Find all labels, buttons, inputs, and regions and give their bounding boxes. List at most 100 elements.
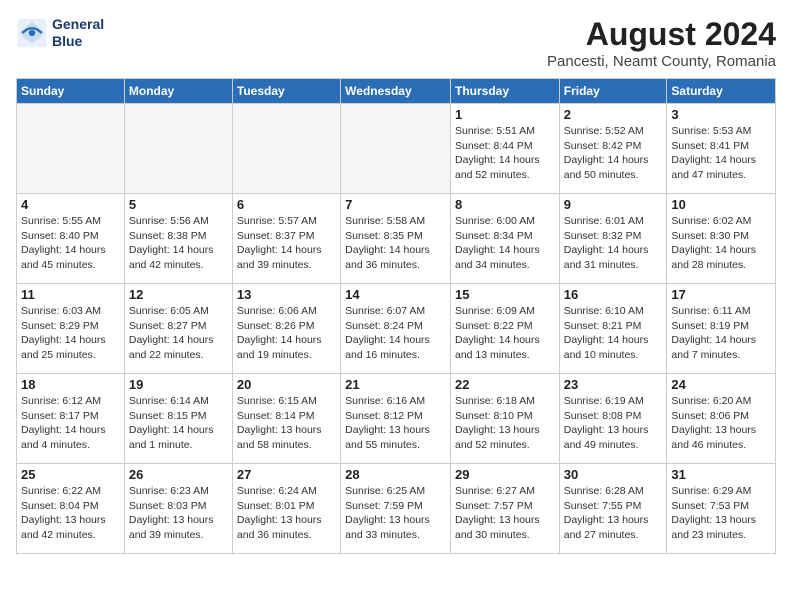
day-number: 7 — [345, 197, 446, 212]
day-number: 10 — [671, 197, 771, 212]
calendar-cell: 3Sunrise: 5:53 AM Sunset: 8:41 PM Daylig… — [667, 104, 776, 194]
day-info: Sunrise: 6:06 AM Sunset: 8:26 PM Dayligh… — [237, 304, 336, 363]
day-info: Sunrise: 6:20 AM Sunset: 8:06 PM Dayligh… — [671, 394, 771, 453]
calendar-cell: 14 Sunrise: 6:07 AM Sunset: 8:24 PM Dayli… — [341, 284, 451, 374]
calendar-cell — [232, 104, 340, 194]
day-number: 30 — [564, 467, 663, 482]
calendar-cell: 26 Sunrise: 6:23 AM Sunset: 8:03 PM Dayli… — [124, 464, 232, 554]
main-title: August 2024 — [547, 16, 776, 53]
day-number: 2 — [564, 107, 663, 122]
day-number: 8 — [455, 197, 555, 212]
day-info: Sunrise: 6:11 AM Sunset: 8:19 PM Dayligh… — [671, 304, 771, 363]
weekday-header-saturday: Saturday — [667, 79, 776, 104]
day-info: Sunrise: 5:58 AM Sunset: 8:35 PM Dayligh… — [345, 214, 446, 273]
weekday-header-wednesday: Wednesday — [341, 79, 451, 104]
logo-icon — [16, 17, 48, 49]
day-number: 29 — [455, 467, 555, 482]
day-number: 11 — [21, 287, 120, 302]
day-number: 23 — [564, 377, 663, 392]
day-number: 26 — [129, 467, 228, 482]
day-info: Sunrise: 6:07 AM Sunset: 8:24 PM Dayligh… — [345, 304, 446, 363]
calendar-cell — [341, 104, 451, 194]
calendar-cell: 22 Sunrise: 6:18 AM Sunset: 8:10 PM Dayli… — [450, 374, 559, 464]
day-number: 28 — [345, 467, 446, 482]
calendar-week-4: 18 Sunrise: 6:12 AM Sunset: 8:17 PM Dayli… — [17, 374, 776, 464]
day-info: Sunrise: 6:12 AM Sunset: 8:17 PM Dayligh… — [21, 394, 120, 453]
calendar-cell: 29Sunrise: 6:27 AM Sunset: 7:57 PM Dayli… — [450, 464, 559, 554]
calendar-cell: 17 Sunrise: 6:11 AM Sunset: 8:19 PM Dayli… — [667, 284, 776, 374]
day-info: Sunrise: 6:09 AM Sunset: 8:22 PM Dayligh… — [455, 304, 555, 363]
day-number: 4 — [21, 197, 120, 212]
calendar-cell: 31 Sunrise: 6:29 AM Sunset: 7:53 PM Dayli… — [667, 464, 776, 554]
calendar-cell: 18 Sunrise: 6:12 AM Sunset: 8:17 PM Dayli… — [17, 374, 125, 464]
calendar-cell: 12 Sunrise: 6:05 AM Sunset: 8:27 PM Dayli… — [124, 284, 232, 374]
day-info: Sunrise: 6:18 AM Sunset: 8:10 PM Dayligh… — [455, 394, 555, 453]
weekday-header-monday: Monday — [124, 79, 232, 104]
calendar-cell: 15Sunrise: 6:09 AM Sunset: 8:22 PM Dayli… — [450, 284, 559, 374]
day-number: 27 — [237, 467, 336, 482]
calendar-cell: 11Sunrise: 6:03 AM Sunset: 8:29 PM Dayli… — [17, 284, 125, 374]
title-block: August 2024 Pancesti, Neamt County, Roma… — [547, 16, 776, 70]
calendar-week-1: 1Sunrise: 5:51 AM Sunset: 8:44 PM Daylig… — [17, 104, 776, 194]
day-info: Sunrise: 6:00 AM Sunset: 8:34 PM Dayligh… — [455, 214, 555, 273]
day-number: 21 — [345, 377, 446, 392]
calendar-cell: 21 Sunrise: 6:16 AM Sunset: 8:12 PM Dayli… — [341, 374, 451, 464]
calendar-cell: 4 Sunrise: 5:55 AM Sunset: 8:40 PM Daylig… — [17, 194, 125, 284]
day-info: Sunrise: 6:05 AM Sunset: 8:27 PM Dayligh… — [129, 304, 228, 363]
day-info: Sunrise: 6:10 AM Sunset: 8:21 PM Dayligh… — [564, 304, 663, 363]
day-number: 22 — [455, 377, 555, 392]
day-info: Sunrise: 6:23 AM Sunset: 8:03 PM Dayligh… — [129, 484, 228, 543]
logo: General Blue — [16, 16, 104, 50]
calendar-cell: 8 Sunrise: 6:00 AM Sunset: 8:34 PM Daylig… — [450, 194, 559, 284]
day-number: 19 — [129, 377, 228, 392]
day-info: Sunrise: 5:55 AM Sunset: 8:40 PM Dayligh… — [21, 214, 120, 273]
day-info: Sunrise: 5:51 AM Sunset: 8:44 PM Dayligh… — [455, 124, 555, 183]
calendar-cell: 5 Sunrise: 5:56 AM Sunset: 8:38 PM Daylig… — [124, 194, 232, 284]
day-info: Sunrise: 5:57 AM Sunset: 8:37 PM Dayligh… — [237, 214, 336, 273]
calendar-week-3: 11Sunrise: 6:03 AM Sunset: 8:29 PM Dayli… — [17, 284, 776, 374]
calendar-cell — [17, 104, 125, 194]
day-number: 17 — [671, 287, 771, 302]
day-info: Sunrise: 6:02 AM Sunset: 8:30 PM Dayligh… — [671, 214, 771, 273]
day-info: Sunrise: 6:28 AM Sunset: 7:55 PM Dayligh… — [564, 484, 663, 543]
calendar-cell: 28 Sunrise: 6:25 AM Sunset: 7:59 PM Dayli… — [341, 464, 451, 554]
day-number: 13 — [237, 287, 336, 302]
calendar-week-2: 4 Sunrise: 5:55 AM Sunset: 8:40 PM Daylig… — [17, 194, 776, 284]
day-number: 5 — [129, 197, 228, 212]
weekday-header-tuesday: Tuesday — [232, 79, 340, 104]
day-info: Sunrise: 6:29 AM Sunset: 7:53 PM Dayligh… — [671, 484, 771, 543]
day-info: Sunrise: 5:52 AM Sunset: 8:42 PM Dayligh… — [564, 124, 663, 183]
calendar-table: SundayMondayTuesdayWednesdayThursdayFrid… — [16, 78, 776, 554]
page-header: General Blue August 2024 Pancesti, Neamt… — [16, 16, 776, 70]
day-number: 12 — [129, 287, 228, 302]
day-number: 14 — [345, 287, 446, 302]
day-info: Sunrise: 6:16 AM Sunset: 8:12 PM Dayligh… — [345, 394, 446, 453]
calendar-cell: 6 Sunrise: 5:57 AM Sunset: 8:37 PM Daylig… — [232, 194, 340, 284]
day-info: Sunrise: 6:19 AM Sunset: 8:08 PM Dayligh… — [564, 394, 663, 453]
day-info: Sunrise: 6:24 AM Sunset: 8:01 PM Dayligh… — [237, 484, 336, 543]
day-number: 16 — [564, 287, 663, 302]
calendar-week-5: 25Sunrise: 6:22 AM Sunset: 8:04 PM Dayli… — [17, 464, 776, 554]
calendar-cell: 13 Sunrise: 6:06 AM Sunset: 8:26 PM Dayli… — [232, 284, 340, 374]
calendar-cell: 16 Sunrise: 6:10 AM Sunset: 8:21 PM Dayli… — [559, 284, 667, 374]
weekday-header-row: SundayMondayTuesdayWednesdayThursdayFrid… — [17, 79, 776, 104]
calendar-cell: 24Sunrise: 6:20 AM Sunset: 8:06 PM Dayli… — [667, 374, 776, 464]
calendar-cell: 9Sunrise: 6:01 AM Sunset: 8:32 PM Daylig… — [559, 194, 667, 284]
logo-text: General Blue — [52, 16, 104, 50]
calendar-cell: 19Sunrise: 6:14 AM Sunset: 8:15 PM Dayli… — [124, 374, 232, 464]
day-info: Sunrise: 6:15 AM Sunset: 8:14 PM Dayligh… — [237, 394, 336, 453]
subtitle: Pancesti, Neamt County, Romania — [547, 53, 776, 70]
day-info: Sunrise: 5:53 AM Sunset: 8:41 PM Dayligh… — [671, 124, 771, 183]
day-info: Sunrise: 6:22 AM Sunset: 8:04 PM Dayligh… — [21, 484, 120, 543]
calendar-cell: 1Sunrise: 5:51 AM Sunset: 8:44 PM Daylig… — [450, 104, 559, 194]
weekday-header-thursday: Thursday — [450, 79, 559, 104]
day-number: 20 — [237, 377, 336, 392]
day-number: 31 — [671, 467, 771, 482]
calendar-cell: 2 Sunrise: 5:52 AM Sunset: 8:42 PM Daylig… — [559, 104, 667, 194]
day-number: 18 — [21, 377, 120, 392]
calendar-cell: 7 Sunrise: 5:58 AM Sunset: 8:35 PM Daylig… — [341, 194, 451, 284]
day-info: Sunrise: 6:25 AM Sunset: 7:59 PM Dayligh… — [345, 484, 446, 543]
day-number: 9 — [564, 197, 663, 212]
day-number: 6 — [237, 197, 336, 212]
day-info: Sunrise: 5:56 AM Sunset: 8:38 PM Dayligh… — [129, 214, 228, 273]
